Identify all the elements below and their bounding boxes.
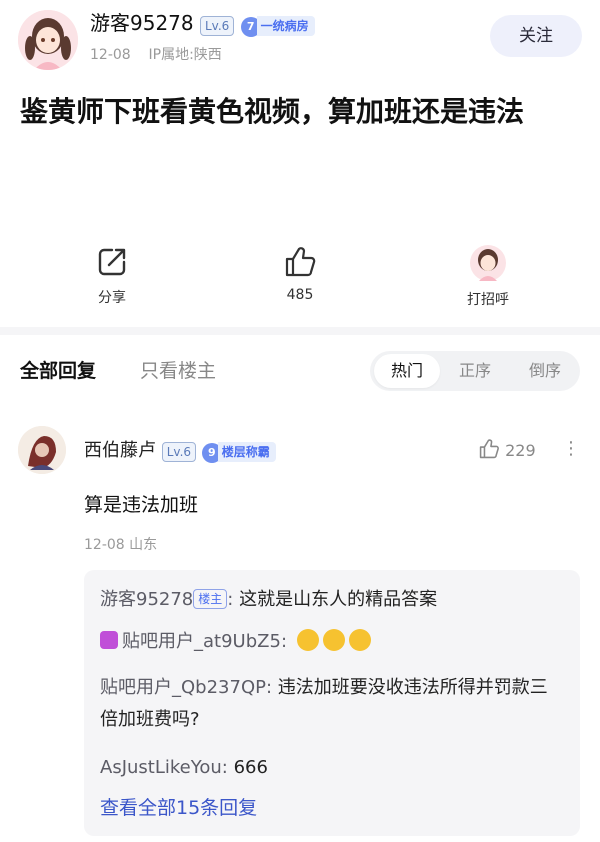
comment-author-row: 西伯藤卢 Lv.6 9 楼层称霸 [84, 436, 276, 463]
comment-level-badge: Lv.6 [161, 442, 197, 462]
post-title: 鉴黄师下班看黄色视频，算加班还是违法 [20, 95, 525, 128]
comment-text: 算是违法加班 [84, 494, 199, 516]
post-ip: IP属地:陕西 [148, 47, 222, 63]
greet-action[interactable]: 打招呼 [448, 245, 528, 309]
comment-author[interactable]: 西伯藤卢 [84, 440, 156, 461]
comment-location: 山东 [129, 537, 158, 553]
reply-author[interactable]: 游客95278 [100, 589, 193, 610]
post-meta: 12-08 IP属地:陕西 [90, 44, 222, 64]
share-action[interactable]: 分享 [72, 245, 152, 307]
sort-descending[interactable]: 倒序 [510, 351, 580, 391]
comment-like[interactable]: 229 [478, 438, 536, 460]
emoji-icon [296, 629, 319, 651]
tab-op-only[interactable]: 只看楼主 [140, 356, 216, 383]
reply-text: 666 [233, 757, 268, 778]
post-date: 12-08 [90, 47, 131, 63]
commenter-avatar[interactable] [18, 426, 66, 474]
op-tag: 楼主 [193, 589, 228, 609]
comment-meta: 12-08 山东 [84, 534, 157, 554]
more-options-icon[interactable]: ⋮ [562, 438, 580, 459]
emoji-icon [322, 629, 345, 651]
reply-item[interactable]: 贴吧用户_at9UbZ5: [100, 626, 371, 658]
reply-text: 这就是山东人的精品答案 [239, 589, 438, 610]
fan-badge-title: 一统病房 [256, 16, 315, 36]
sort-hot[interactable]: 热门 [374, 354, 440, 388]
follow-button[interactable]: 关注 [490, 15, 582, 57]
emoji-icon [348, 629, 371, 651]
like-count: 485 [286, 287, 314, 303]
author-row: 游客95278 Lv.6 7 一统病房 [90, 10, 315, 37]
level-badge: Lv.6 [199, 16, 235, 36]
comment-date: 12-08 [84, 537, 125, 553]
like-action[interactable]: 485 [260, 245, 340, 303]
reply-item[interactable]: AsJustLikeYou: 666 [100, 752, 268, 784]
author-name[interactable]: 游客95278 [90, 11, 194, 35]
replies-box: 游客95278 楼主: 这就是山东人的精品答案 贴吧用户_at9UbZ5: 贴吧用… [84, 570, 580, 836]
reply-author[interactable]: 贴吧用户_Qb237QP [100, 677, 266, 698]
tab-all-replies[interactable]: 全部回复 [20, 356, 96, 383]
sort-segmented-control: 热门 正序 倒序 [370, 351, 580, 391]
share-icon [98, 248, 126, 276]
comment-like-count: 229 [505, 441, 536, 460]
greet-label: 打招呼 [467, 292, 509, 308]
sort-ascending[interactable]: 正序 [440, 351, 510, 391]
section-divider [0, 327, 600, 335]
thumbs-up-icon [479, 439, 499, 459]
avatar-icon [470, 245, 506, 281]
share-label: 分享 [98, 290, 126, 306]
author-avatar[interactable] [18, 10, 78, 70]
thumbs-up-icon [285, 247, 316, 277]
reply-item[interactable]: 游客95278 楼主: 这就是山东人的精品答案 [100, 584, 437, 616]
user-badge-icon [100, 631, 118, 649]
reply-author[interactable]: AsJustLikeYou [100, 757, 222, 778]
comment-badge-title: 楼层称霸 [217, 442, 276, 462]
view-all-replies-link[interactable]: 查看全部15条回复 [100, 792, 257, 824]
reply-author[interactable]: 贴吧用户_at9UbZ5 [122, 631, 281, 652]
reply-item[interactable]: 贴吧用户_Qb237QP: 违法加班要没收违法所得并罚款三倍加班费吗? [100, 672, 564, 736]
